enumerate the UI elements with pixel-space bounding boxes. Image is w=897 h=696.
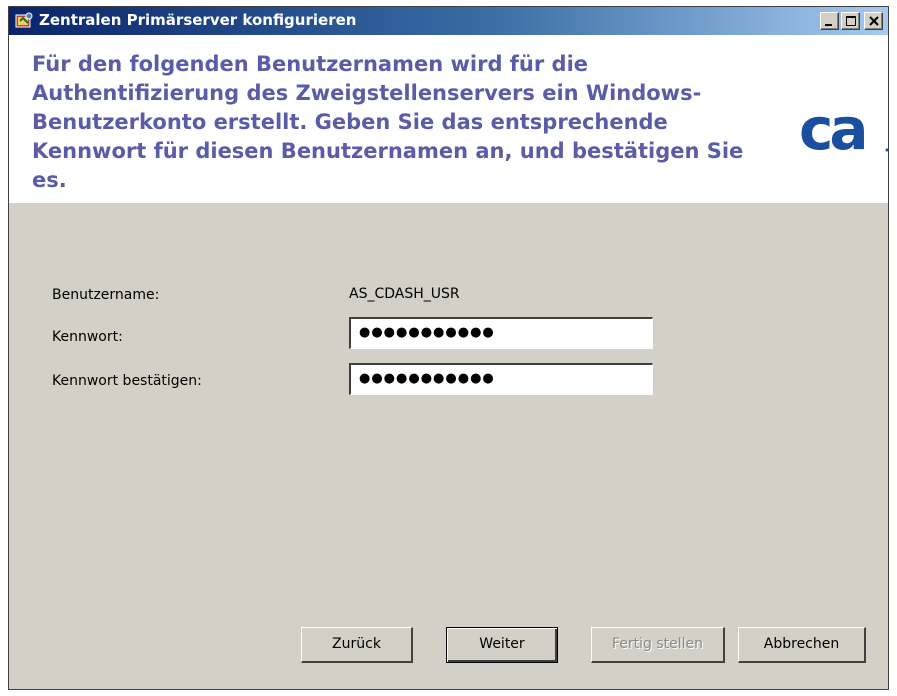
close-button[interactable]: [864, 12, 883, 30]
window-title: Zentralen Primärserver konfigurieren: [39, 11, 357, 29]
minimize-icon: [825, 24, 832, 26]
minimize-button[interactable]: [820, 12, 839, 30]
configure-primary-server-dialog: Zentralen Primärserver konfigurieren Für…: [8, 6, 889, 690]
username-label: Benutzername:: [52, 287, 160, 303]
username-value: AS_CDASH_USR: [349, 286, 460, 302]
header-instructions: Für den folgenden Benutzernamen wird für…: [32, 52, 744, 192]
title-bar[interactable]: Zentralen Primärserver konfigurieren: [9, 7, 888, 35]
wizard-header: Für den folgenden Benutzernamen wird für…: [9, 35, 889, 203]
password-field[interactable]: ●●●●●●●●●●●: [349, 317, 653, 349]
close-icon: [869, 16, 879, 26]
confirm-password-field[interactable]: ●●●●●●●●●●●: [349, 363, 653, 395]
maximize-button[interactable]: [841, 12, 860, 30]
ca-logo: ca: [799, 103, 889, 159]
confirm-password-label: Kennwort bestätigen:: [52, 373, 202, 389]
password-label: Kennwort:: [52, 329, 123, 345]
maximize-icon: [846, 16, 856, 26]
back-button[interactable]: Zurück: [301, 627, 413, 663]
cancel-button[interactable]: Abbrechen: [738, 627, 866, 663]
next-button[interactable]: Weiter: [446, 627, 558, 663]
setup-wizard-icon: [15, 12, 33, 30]
logo-text: ca: [799, 103, 865, 159]
finish-button[interactable]: Fertig stellen: [591, 627, 725, 663]
